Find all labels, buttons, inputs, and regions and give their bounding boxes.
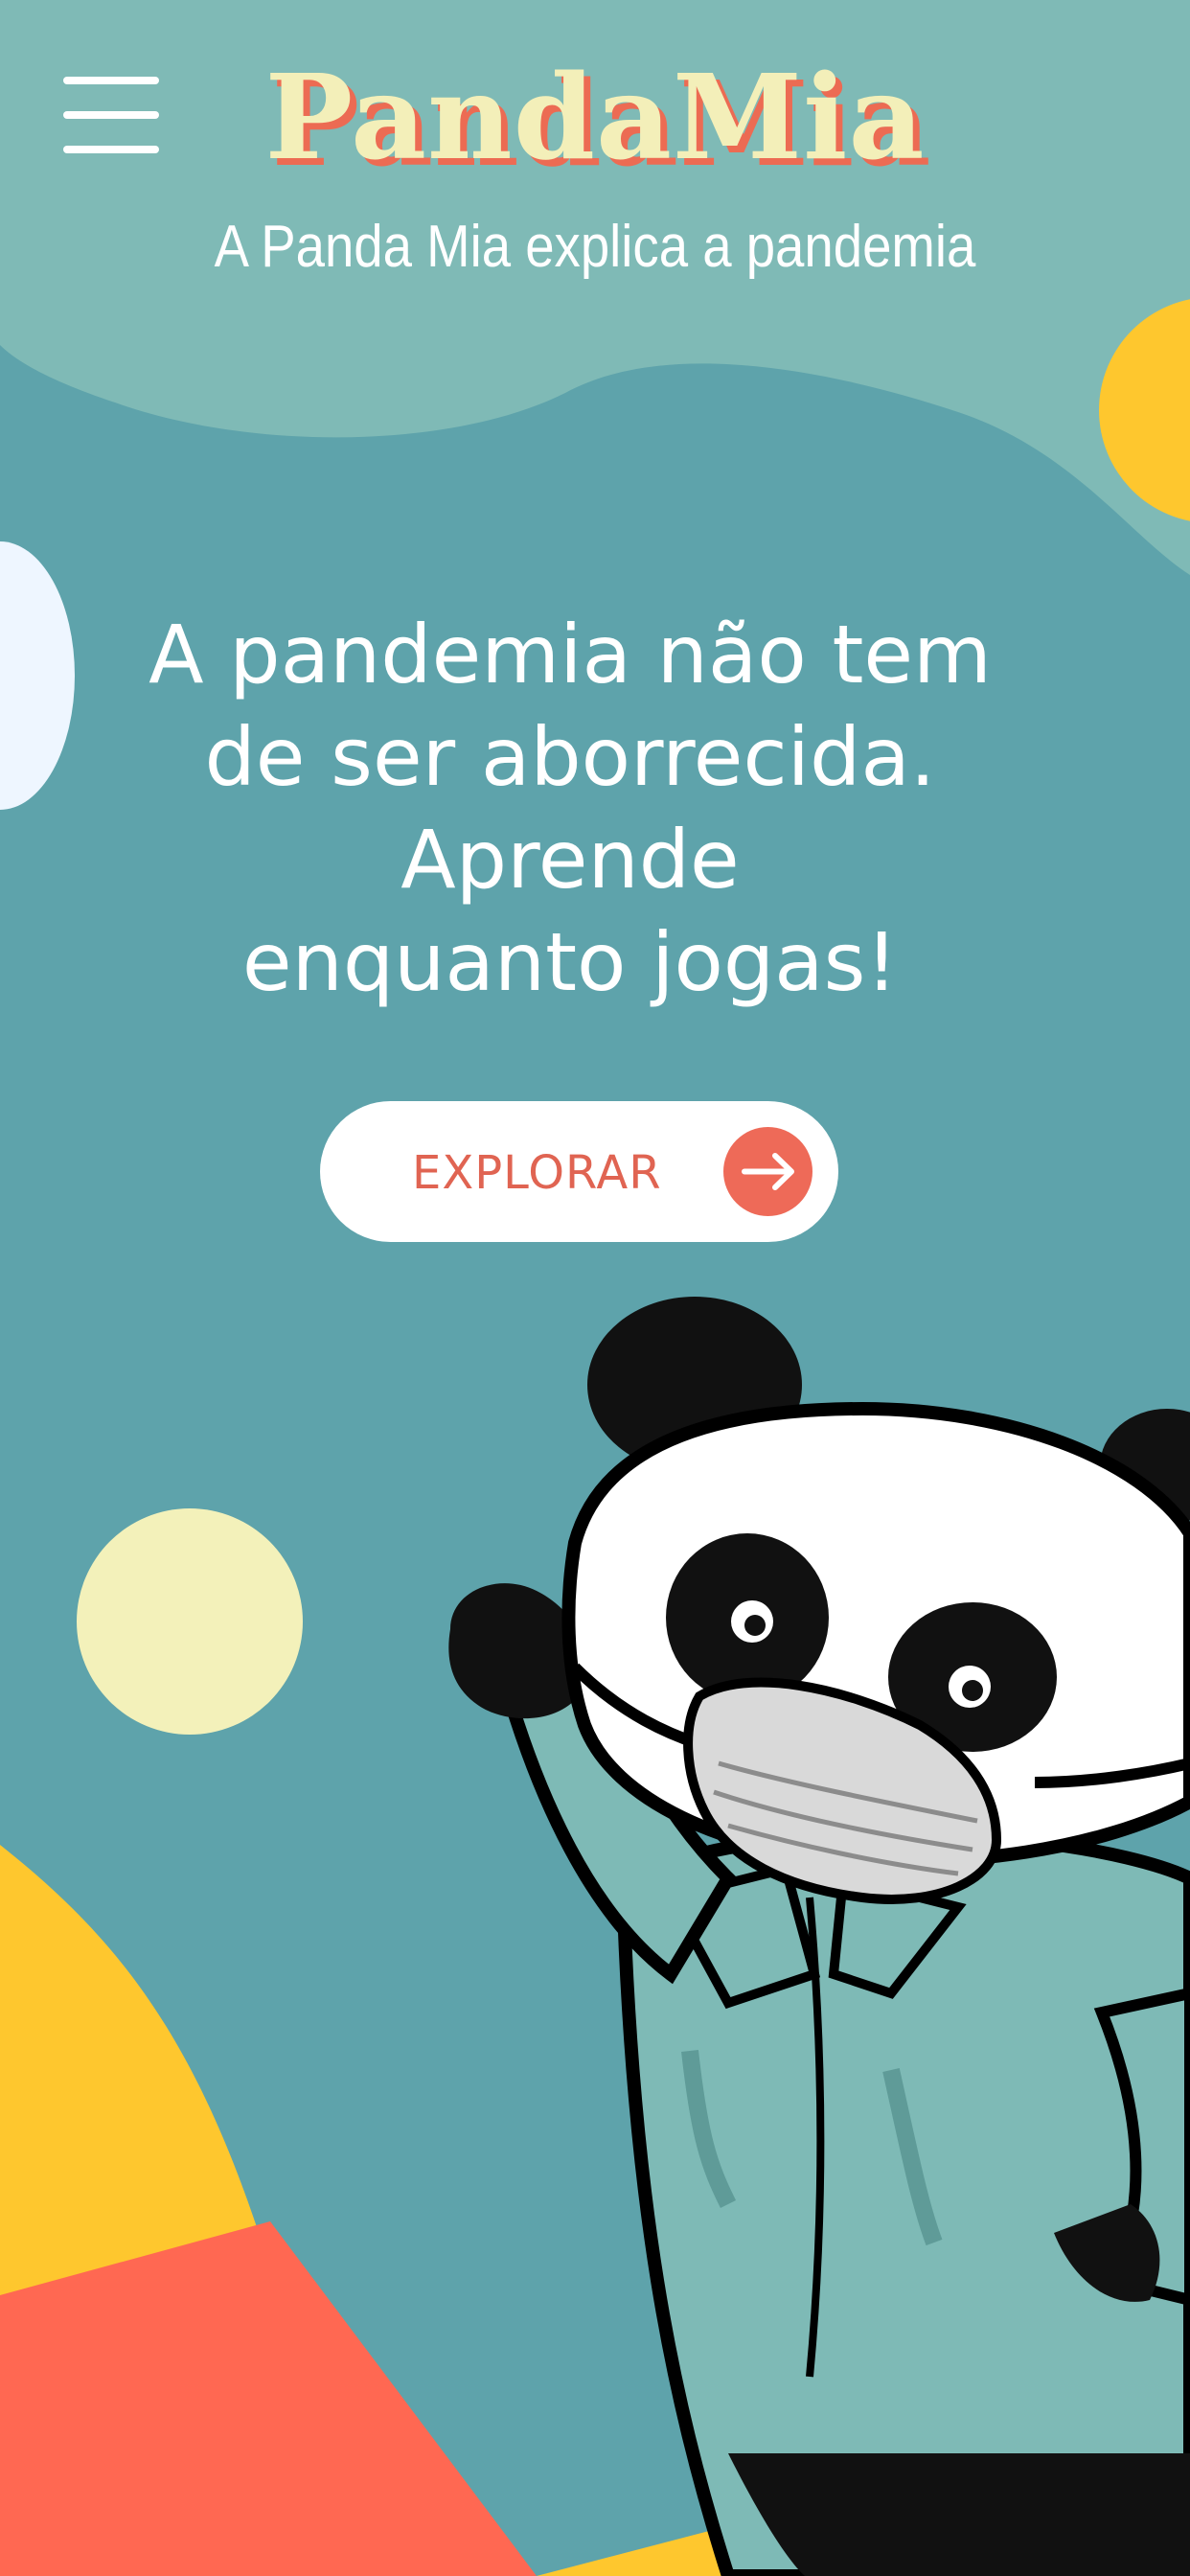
arrow-right-icon	[723, 1127, 812, 1216]
explore-button[interactable]: EXPLORAR	[320, 1101, 838, 1242]
home-screen: { "header": { "brand": "PandaMia", "tagl…	[0, 0, 1190, 2576]
panda-mascot-icon	[448, 1297, 1190, 2576]
explore-button-label: EXPLORAR	[412, 1146, 662, 1200]
brand-title: PandaMia	[264, 48, 926, 186]
hero-headline: A pandemia não tem de ser aborrecida. Ap…	[149, 608, 992, 1009]
tagline: A Panda Mia explica a pandemia	[214, 214, 976, 280]
